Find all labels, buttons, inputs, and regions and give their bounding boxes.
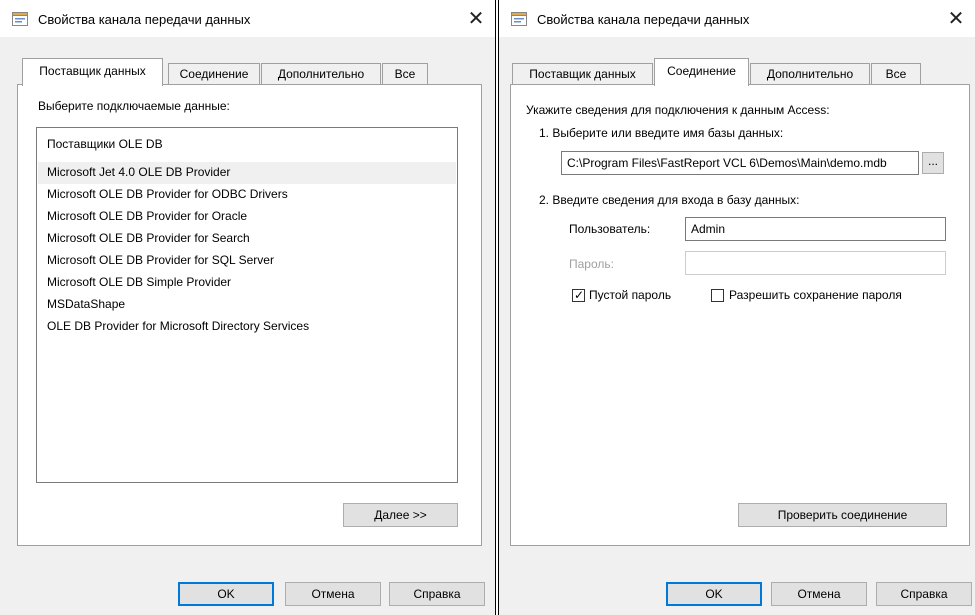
list-item[interactable]: MSDataShape <box>38 294 456 316</box>
title-bar[interactable]: Свойства канала передачи данных ✕ <box>0 0 495 37</box>
password-label: Пароль: <box>569 257 614 271</box>
user-name-field[interactable]: Admin <box>685 217 946 241</box>
list-item[interactable]: OLE DB Provider for Microsoft Directory … <box>38 316 456 338</box>
tab-provider[interactable]: Поставщик данных <box>22 58 163 86</box>
cancel-button[interactable]: Отмена <box>285 582 381 606</box>
dialog-data-link-provider: Свойства канала передачи данных ✕ Постав… <box>0 0 496 615</box>
close-icon: ✕ <box>467 8 485 30</box>
user-label: Пользователь: <box>569 222 651 236</box>
tab-all[interactable]: Все <box>871 63 921 85</box>
ok-button[interactable]: OK <box>178 582 274 606</box>
allow-save-password-label: Разрешить сохранение пароля <box>729 288 902 302</box>
close-button[interactable]: ✕ <box>457 0 495 37</box>
list-item[interactable]: Microsoft Jet 4.0 OLE DB Provider <box>38 162 456 184</box>
tab-advanced[interactable]: Дополнительно <box>750 63 870 85</box>
list-item[interactable]: Microsoft OLE DB Provider for SQL Server <box>38 250 456 272</box>
help-button[interactable]: Справка <box>876 582 972 606</box>
window-title: Свойства канала передачи данных <box>38 12 251 27</box>
list-item[interactable]: Microsoft OLE DB Provider for ODBC Drive… <box>38 184 456 206</box>
blank-password-label: Пустой пароль <box>589 288 672 302</box>
cancel-button[interactable]: Отмена <box>771 582 867 606</box>
tab-connection[interactable]: Соединение <box>654 58 749 86</box>
step1-label: 1. Выберите или введите имя базы данных: <box>539 126 784 140</box>
connection-intro: Укажите сведения для подключения к данны… <box>526 103 830 117</box>
test-connection-button[interactable]: Проверить соединение <box>738 503 947 527</box>
next-button[interactable]: Далее >> <box>343 503 458 527</box>
blank-password-checkbox[interactable]: ✓ <box>572 288 585 302</box>
tab-connection[interactable]: Соединение <box>168 63 260 85</box>
tab-advanced[interactable]: Дополнительно <box>261 63 381 85</box>
help-button[interactable]: Справка <box>389 582 485 606</box>
window-title: Свойства канала передачи данных <box>537 12 750 27</box>
password-field[interactable] <box>685 251 946 275</box>
tab-all[interactable]: Все <box>382 63 428 85</box>
list-item[interactable]: Microsoft OLE DB Provider for Search <box>38 228 456 250</box>
title-bar[interactable]: Свойства канала передачи данных ✕ <box>499 0 975 37</box>
step2-label: 2. Введите сведения для входа в базу дан… <box>539 193 800 207</box>
data-link-icon <box>511 12 527 26</box>
checkmark-icon: ✓ <box>574 288 585 302</box>
browse-button[interactable]: ... <box>922 152 944 174</box>
provider-listbox[interactable]: Поставщики OLE DB Microsoft Jet 4.0 OLE … <box>36 127 458 483</box>
close-button[interactable]: ✕ <box>937 0 975 37</box>
allow-save-password-checkbox[interactable] <box>711 289 724 302</box>
select-data-prompt: Выберите подключаемые данные: <box>38 99 230 113</box>
database-path-input[interactable]: C:\Program Files\FastReport VCL 6\Demos\… <box>561 151 919 175</box>
close-icon: ✕ <box>947 8 965 30</box>
list-header: Поставщики OLE DB <box>47 137 163 151</box>
dialog-data-link-connection: Свойства канала передачи данных ✕ Постав… <box>498 0 975 615</box>
ok-button[interactable]: OK <box>666 582 762 606</box>
list-item[interactable]: Microsoft OLE DB Provider for Oracle <box>38 206 456 228</box>
tab-provider[interactable]: Поставщик данных <box>512 63 653 85</box>
list-item[interactable]: Microsoft OLE DB Simple Provider <box>38 272 456 294</box>
data-link-icon <box>12 12 28 26</box>
